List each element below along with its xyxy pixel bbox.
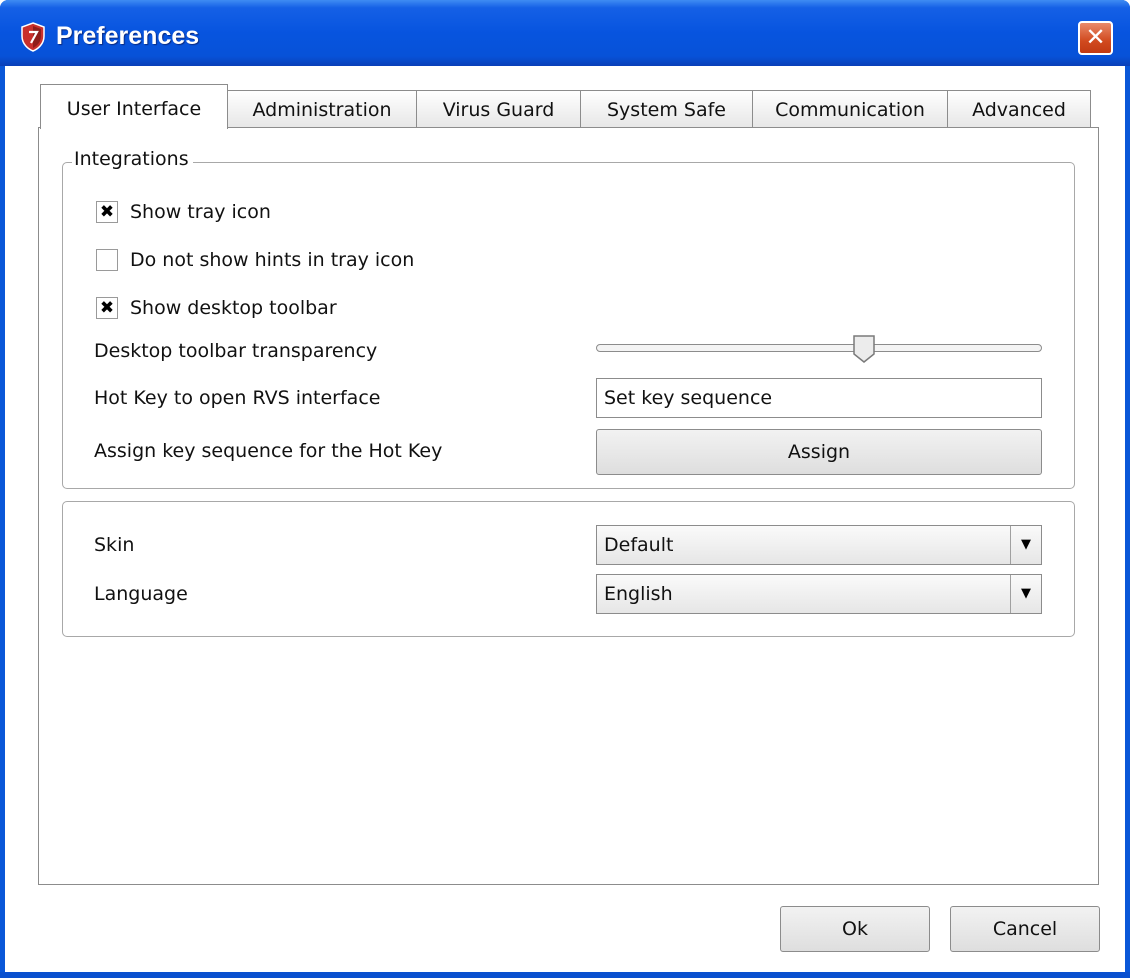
integrations-legend: Integrations [72,148,193,170]
tab-advanced[interactable]: Advanced [947,90,1091,128]
chevron-down-icon[interactable]: ▼ [1010,526,1041,564]
show-tray-icon-checkbox[interactable]: ✖ [96,201,118,223]
tab-communication[interactable]: Communication [752,90,948,128]
window-frame-bottom [0,972,1130,978]
language-label: Language [94,583,188,605]
hotkey-field[interactable]: Set key sequence [596,378,1042,418]
shield-icon [21,22,45,52]
show-tray-icon-label: Show tray icon [130,201,271,223]
tab-administration[interactable]: Administration [227,90,417,128]
show-desktop-toolbar-label: Show desktop toolbar [130,297,337,319]
cancel-button[interactable]: Cancel [950,906,1100,952]
assign-label: Assign key sequence for the Hot Key [94,440,443,462]
close-icon: ✕ [1085,23,1106,51]
transparency-label: Desktop toolbar transparency [94,340,378,362]
no-hints-label: Do not show hints in tray icon [130,249,415,271]
skin-select[interactable]: Default ▼ [596,525,1042,565]
chevron-down-icon[interactable]: ▼ [1010,575,1041,613]
language-select[interactable]: English ▼ [596,574,1042,614]
skin-value: Default [604,534,674,556]
assign-button[interactable]: Assign [596,429,1042,475]
show-desktop-toolbar-checkbox[interactable]: ✖ [96,297,118,319]
language-value: English [604,583,673,605]
hotkey-label: Hot Key to open RVS interface [94,387,381,409]
tab-user-interface[interactable]: User Interface [40,84,228,129]
appearance-group [62,501,1075,637]
ok-button[interactable]: Ok [780,906,930,952]
window-title: Preferences [56,22,200,50]
tab-system-safe[interactable]: System Safe [580,90,753,128]
title-bar[interactable]: Preferences ✕ [0,0,1130,66]
transparency-slider-thumb[interactable] [852,334,876,364]
transparency-slider-track[interactable] [596,344,1042,352]
close-button[interactable]: ✕ [1078,21,1113,55]
skin-label: Skin [94,534,135,556]
no-hints-checkbox[interactable] [96,249,118,271]
tab-virus-guard[interactable]: Virus Guard [416,90,581,128]
